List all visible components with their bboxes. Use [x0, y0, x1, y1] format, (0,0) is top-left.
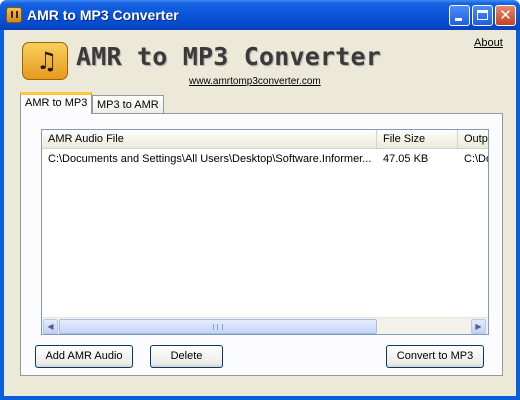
file-size-cell: 47.05 KB: [383, 153, 429, 165]
scroll-left-icon[interactable]: ◀: [43, 319, 58, 334]
horizontal-scrollbar[interactable]: ◀ ▶: [42, 317, 488, 334]
scrollbar-thumb[interactable]: [59, 319, 377, 334]
tab-amr-to-mp3[interactable]: AMR to MP3: [20, 92, 93, 114]
column-header-output[interactable]: Outp: [458, 130, 488, 148]
maximize-icon: [477, 10, 488, 20]
scroll-right-icon[interactable]: ▶: [471, 319, 486, 334]
column-header-file[interactable]: AMR Audio File: [42, 130, 377, 148]
column-header-size[interactable]: File Size: [377, 130, 458, 148]
maximize-button[interactable]: [472, 5, 493, 26]
logo: ♫: [22, 42, 68, 80]
client-area: ♫ AMR to MP3 Converter www.amrtomp3conve…: [4, 30, 516, 396]
app-window: AMR to MP3 Converter ✕ ♫ AMR to MP3 Conv…: [0, 0, 520, 400]
window-title: AMR to MP3 Converter: [27, 7, 179, 23]
minimize-button[interactable]: [449, 5, 470, 26]
music-note-icon: ♫: [36, 47, 58, 75]
file-list[interactable]: AMR Audio File File Size Outp C:\Documen…: [41, 129, 489, 335]
tab-panel: AMR Audio File File Size Outp C:\Documen…: [20, 113, 503, 376]
delete-button[interactable]: Delete: [150, 345, 223, 368]
app-title: AMR to MP3 Converter: [76, 42, 382, 71]
output-cell: C:\Do: [464, 153, 488, 165]
close-button[interactable]: ✕: [495, 5, 516, 26]
tab-mp3-to-amr[interactable]: MP3 to AMR: [92, 95, 164, 115]
title-bar[interactable]: AMR to MP3 Converter ✕: [0, 0, 520, 30]
app-icon[interactable]: [6, 7, 22, 23]
list-header: AMR Audio File File Size Outp: [42, 130, 488, 149]
table-row[interactable]: C:\Documents and Settings\All Users\Desk…: [42, 151, 488, 167]
minimize-icon: [455, 18, 462, 21]
website-link[interactable]: www.amrtomp3converter.com: [189, 76, 321, 87]
add-amr-audio-button[interactable]: Add AMR Audio: [35, 345, 133, 368]
about-link[interactable]: About: [474, 37, 503, 49]
grip-icon: [213, 324, 223, 330]
file-path-cell: C:\Documents and Settings\All Users\Desk…: [48, 153, 372, 165]
close-icon: ✕: [499, 6, 512, 24]
convert-to-mp3-button[interactable]: Convert to MP3: [386, 345, 484, 368]
